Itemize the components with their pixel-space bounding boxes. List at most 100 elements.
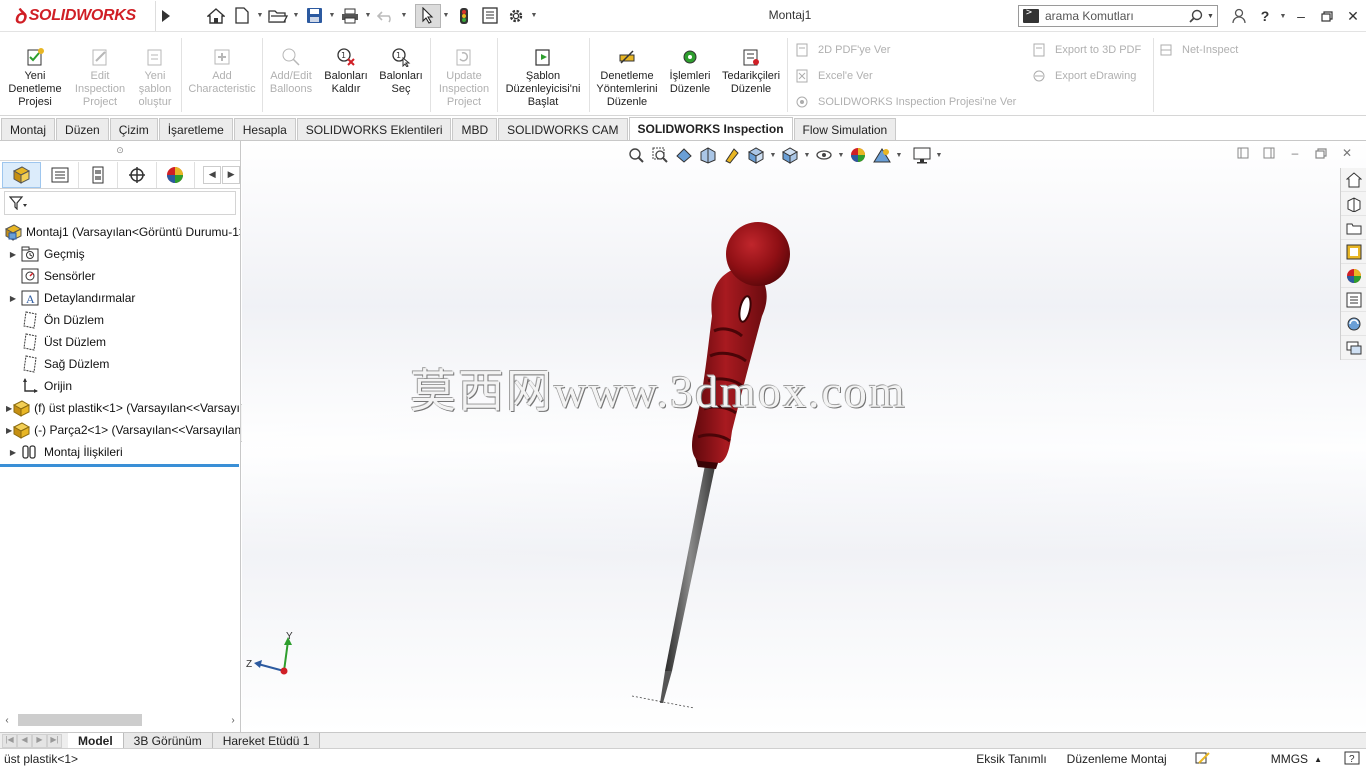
tree-item-part-ust-plastik[interactable]: ▶ (f) üst plastik<1> (Varsayılan<<Varsay… bbox=[0, 397, 240, 419]
tab-inspection[interactable]: SOLIDWORKS Inspection bbox=[628, 117, 793, 140]
tree-item-top-plane[interactable]: Üst Düzlem bbox=[0, 331, 240, 353]
tree-item-history[interactable]: ▶ Geçmiş bbox=[0, 243, 240, 265]
tree-item-annotations[interactable]: ▶ A Detaylandırmalar bbox=[0, 287, 240, 309]
help-icon[interactable]: ? bbox=[1252, 4, 1278, 28]
tab-hesapla[interactable]: Hesapla bbox=[233, 118, 296, 140]
open-folder-icon[interactable] bbox=[265, 4, 291, 28]
custom-properties-icon[interactable] bbox=[1341, 288, 1366, 312]
tab-eklentiler[interactable]: SOLIDWORKS Eklentileri bbox=[296, 118, 452, 140]
status-help-icon[interactable]: ? bbox=[1344, 751, 1360, 768]
new-inspection-project-button[interactable]: Yeni Denetleme Projesi bbox=[4, 46, 66, 109]
search-icon[interactable] bbox=[1185, 9, 1207, 23]
tab-flow-simulation[interactable]: Flow Simulation bbox=[793, 118, 897, 140]
scroll-right-icon[interactable]: › bbox=[226, 715, 240, 726]
remove-balloons-button[interactable]: 1 Balonları Kaldır bbox=[320, 46, 372, 96]
view-palette-icon[interactable] bbox=[1341, 240, 1366, 264]
menu-expand-button[interactable] bbox=[155, 0, 175, 31]
select-balloons-button[interactable]: 1 Balonları Seç bbox=[375, 46, 427, 96]
doc-restore-button[interactable] bbox=[1308, 143, 1334, 163]
save-dropdown-icon[interactable]: ▼ bbox=[327, 4, 337, 28]
screwdriver-model[interactable] bbox=[242, 141, 1366, 732]
apply-scene-icon[interactable] bbox=[870, 144, 894, 166]
edit-operations-button[interactable]: İşlemleri Düzenle bbox=[664, 46, 716, 96]
tree-item-mates[interactable]: ▶ Montaj İlişkileri bbox=[0, 441, 240, 463]
apply-scene-dropdown-icon[interactable]: ▼ bbox=[894, 152, 904, 159]
rebuild-status-icon[interactable] bbox=[1195, 751, 1211, 768]
tab-cizim[interactable]: Çizim bbox=[109, 118, 158, 140]
hide-show-items-icon[interactable] bbox=[812, 144, 836, 166]
tab-mbd[interactable]: MBD bbox=[452, 118, 498, 140]
rebuild-traffic-light-icon[interactable] bbox=[451, 4, 477, 28]
file-explorer-icon[interactable] bbox=[1341, 216, 1366, 240]
tree-item-part-parca2[interactable]: ▶ (-) Parça2<1> (Varsayılan<<Varsayılan>… bbox=[0, 419, 240, 441]
tab-duzen[interactable]: Düzen bbox=[56, 118, 109, 140]
design-library-icon[interactable] bbox=[1341, 192, 1366, 216]
display-style-dropdown-icon[interactable]: ▼ bbox=[802, 152, 812, 159]
tree-item-right-plane[interactable]: Sağ Düzlem bbox=[0, 353, 240, 375]
scroll-left-icon[interactable]: ‹ bbox=[0, 715, 14, 726]
tree-item-front-plane[interactable]: Ön Düzlem bbox=[0, 309, 240, 331]
dynamic-annotation-icon[interactable] bbox=[720, 144, 744, 166]
tree-item-origin[interactable]: Orijin bbox=[0, 375, 240, 397]
display-manager-tab-icon[interactable] bbox=[157, 161, 196, 188]
first-tab-icon[interactable]: |◀ bbox=[2, 733, 17, 748]
tab-motion-study[interactable]: Hareket Etüdü 1 bbox=[212, 732, 321, 749]
view-settings-dropdown-icon[interactable]: ▼ bbox=[934, 152, 944, 159]
options-dropdown-icon[interactable]: ▼ bbox=[529, 4, 539, 28]
user-account-icon[interactable] bbox=[1226, 4, 1252, 28]
expand-arrow-icon[interactable]: ▶ bbox=[6, 294, 20, 303]
expand-arrow-icon[interactable]: ▶ bbox=[6, 448, 20, 457]
units-dropdown-icon[interactable]: ▲ bbox=[1314, 755, 1322, 764]
appearances-icon[interactable] bbox=[1341, 264, 1366, 288]
prev-tab-icon[interactable]: ◀ bbox=[17, 733, 32, 748]
new-document-icon[interactable] bbox=[229, 4, 255, 28]
tile-left-icon[interactable] bbox=[1230, 143, 1256, 163]
dimxpert-tab-icon[interactable] bbox=[118, 161, 157, 188]
print-dropdown-icon[interactable]: ▼ bbox=[363, 4, 373, 28]
update-inspection-project-button[interactable]: Update Inspection Project bbox=[434, 46, 494, 109]
tile-right-icon[interactable] bbox=[1256, 143, 1282, 163]
solidworks-logo[interactable]: ꝺ SOLIDWORKS bbox=[0, 1, 155, 31]
template-editor-button[interactable]: Şablon Düzenleyicisi'ni Başlat bbox=[500, 46, 586, 109]
status-units[interactable]: MMGS bbox=[1271, 752, 1308, 766]
export-excel-button[interactable]: Excel'e Ver bbox=[794, 68, 873, 84]
configuration-tab-icon[interactable] bbox=[79, 161, 118, 188]
undo-dropdown-icon[interactable]: ▼ bbox=[399, 4, 409, 28]
view-orientation-dropdown-icon[interactable]: ▼ bbox=[768, 152, 778, 159]
file-properties-icon[interactable] bbox=[477, 4, 503, 28]
tab-cam[interactable]: SOLIDWORKS CAM bbox=[498, 118, 628, 140]
options-gear-icon[interactable] bbox=[503, 4, 529, 28]
section-view-icon[interactable] bbox=[696, 144, 720, 166]
expand-arrow-icon[interactable]: ▶ bbox=[6, 250, 20, 259]
feature-tree-tab-icon[interactable] bbox=[2, 161, 41, 188]
last-tab-icon[interactable]: ▶| bbox=[47, 733, 62, 748]
command-search-box[interactable]: ▼ bbox=[1018, 5, 1218, 27]
export-edrawing-button[interactable]: Export eDrawing bbox=[1031, 68, 1136, 84]
panel-scroll-left-icon[interactable]: ◀ bbox=[203, 165, 222, 184]
search-dropdown-icon[interactable]: ▼ bbox=[1207, 13, 1217, 20]
help-dropdown-icon[interactable]: ▼ bbox=[1278, 4, 1288, 28]
new-template-button[interactable]: Yeni şablon oluştur bbox=[132, 46, 178, 109]
tab-isaretleme[interactable]: İşaretleme bbox=[158, 118, 233, 140]
export-3d-pdf-button[interactable]: Export to 3D PDF bbox=[1031, 42, 1141, 58]
tab-montaj[interactable]: Montaj bbox=[1, 118, 56, 140]
zoom-to-area-icon[interactable] bbox=[648, 144, 672, 166]
tree-item-sensors[interactable]: Sensörler bbox=[0, 265, 240, 287]
new-dropdown-icon[interactable]: ▼ bbox=[255, 4, 265, 28]
undo-icon[interactable] bbox=[373, 4, 399, 28]
hide-show-dropdown-icon[interactable]: ▼ bbox=[836, 152, 846, 159]
select-dropdown-icon[interactable]: ▼ bbox=[441, 4, 451, 28]
restore-button[interactable] bbox=[1314, 4, 1340, 28]
doc-close-button[interactable]: ✕ bbox=[1334, 143, 1360, 163]
select-cursor-icon[interactable] bbox=[415, 3, 441, 28]
open-dropdown-icon[interactable]: ▼ bbox=[291, 4, 301, 28]
edit-inspection-project-button[interactable]: Edit Inspection Project bbox=[70, 46, 130, 109]
tab-model[interactable]: Model bbox=[68, 732, 124, 749]
minimize-button[interactable]: ‒ bbox=[1288, 4, 1314, 28]
graphics-area[interactable]: 莫西网www.3dmox.com ▼ ▼ ▼ ▼ ▼ ‒ ✕ Y Z bbox=[242, 141, 1366, 732]
property-manager-tab-icon[interactable] bbox=[41, 161, 80, 188]
net-inspect-button[interactable]: Net-Inspect bbox=[1158, 42, 1238, 58]
print-icon[interactable] bbox=[337, 4, 363, 28]
doc-minimize-button[interactable]: ‒ bbox=[1282, 143, 1308, 163]
tree-filter-box[interactable] bbox=[4, 191, 236, 215]
